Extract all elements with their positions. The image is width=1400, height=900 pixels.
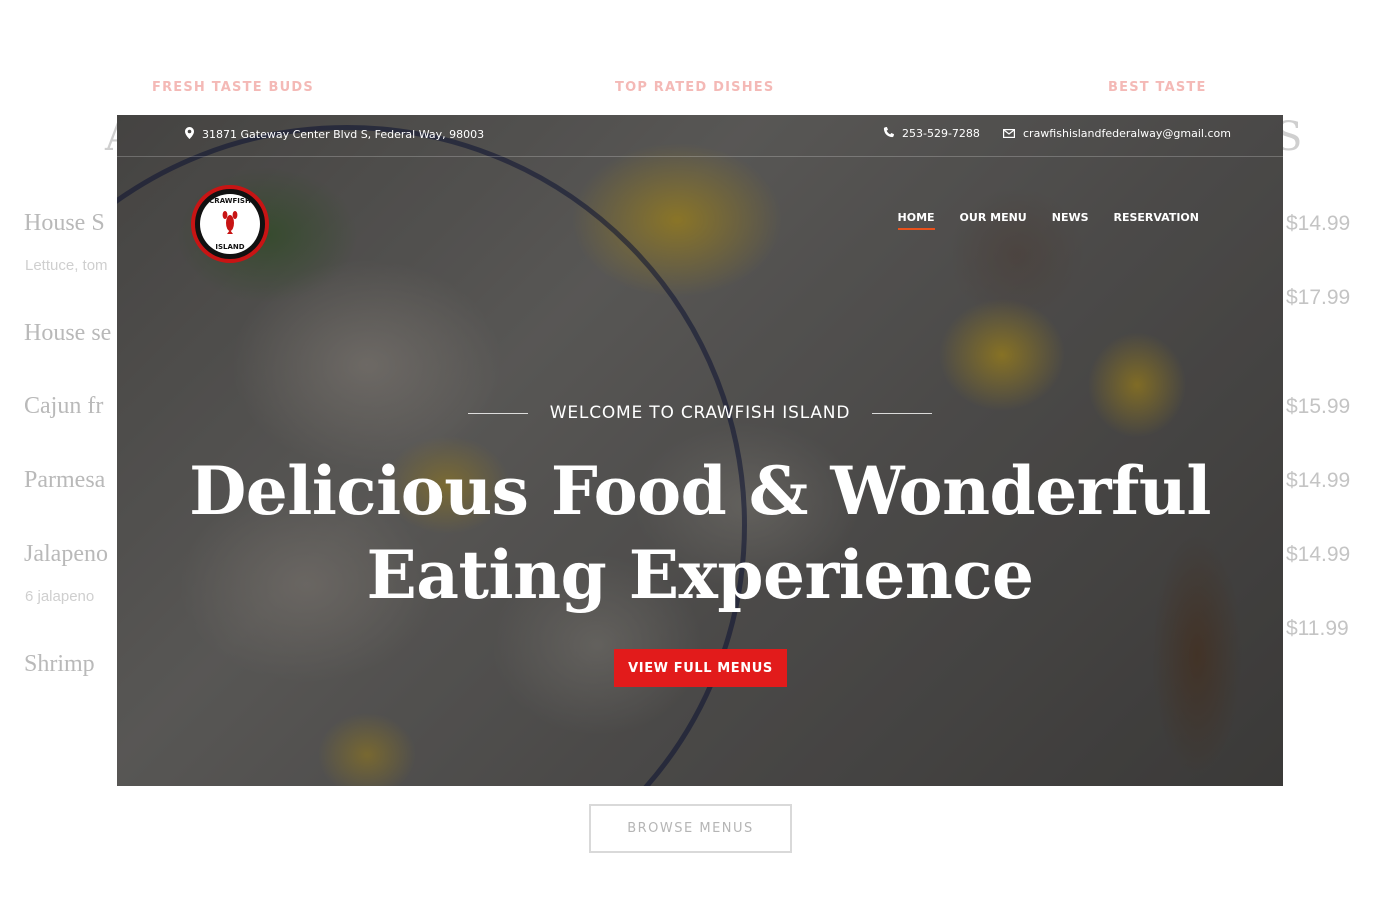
menu-item-price: $14.99 — [1286, 212, 1351, 235]
eyebrow-line-left — [467, 412, 528, 414]
map-pin-icon — [185, 127, 194, 141]
crawfish-icon — [222, 211, 238, 234]
welcome-eyebrow: WELCOME TO CRAWFISH ISLAND — [117, 403, 1283, 423]
headline-line-2: Eating Experience — [366, 536, 1034, 614]
logo-top-text: CRAWFISH — [209, 197, 251, 205]
menu-item-desc: Lettuce, tom — [25, 257, 108, 274]
nav-our-menu[interactable]: OUR MENU — [960, 211, 1027, 230]
menu-item-price: $14.99 — [1286, 543, 1351, 566]
email-link[interactable]: crawfishislandfederalway@gmail.com — [1003, 127, 1231, 140]
tag-top-rated-dishes: TOP RATED DISHES — [615, 80, 775, 95]
logo-bottom-text: ISLAND — [215, 243, 245, 251]
menu-item-name: Jalapeno — [24, 541, 108, 567]
contact-topbar: 31871 Gateway Center Blvd S, Federal Way… — [117, 115, 1283, 157]
phone-icon — [883, 127, 894, 140]
menu-item-name: House S — [24, 210, 105, 236]
headline-line-1: Delicious Food & Wonderful — [189, 452, 1211, 530]
menu-item-price: $14.99 — [1286, 469, 1351, 492]
logo-badge: CRAWFISH ISLAND — [200, 194, 260, 254]
nav-reservation[interactable]: RESERVATION — [1114, 211, 1199, 230]
menu-item-name: House se — [24, 320, 112, 346]
address-text: 31871 Gateway Center Blvd S, Federal Way… — [202, 127, 485, 141]
main-nav: HOME OUR MENU NEWS RESERVATION — [897, 211, 1199, 230]
menu-item-desc: 6 jalapeno — [25, 588, 95, 605]
crawfish-island-logo[interactable]: CRAWFISH ISLAND — [191, 185, 269, 263]
menu-item-price: $17.99 — [1286, 286, 1351, 309]
nav-home[interactable]: HOME — [897, 211, 935, 230]
eyebrow-line-right — [872, 412, 933, 414]
phone-text: 253-529-7288 — [902, 127, 980, 140]
tag-best-taste: BEST TASTE — [1108, 80, 1207, 95]
email-text: crawfishislandfederalway@gmail.com — [1023, 127, 1231, 140]
menu-item-name: Cajun fr — [24, 393, 104, 419]
phone-link[interactable]: 253-529-7288 — [883, 127, 980, 140]
welcome-text: WELCOME TO CRAWFISH ISLAND — [549, 403, 851, 423]
menu-item-name: Parmesa — [24, 467, 106, 493]
hero-section: 31871 Gateway Center Blvd S, Federal Way… — [117, 115, 1283, 786]
mail-icon — [1003, 128, 1016, 140]
hero-headline: Delicious Food & Wonderful Eating Experi… — [117, 449, 1283, 617]
address-link[interactable]: 31871 Gateway Center Blvd S, Federal Way… — [185, 127, 484, 141]
menu-item-price: $15.99 — [1286, 395, 1351, 418]
view-full-menus-button[interactable]: VIEW FULL MENUS — [614, 649, 787, 687]
menu-item-name: Shrimp — [24, 651, 95, 677]
tag-fresh-taste-buds: FRESH TASTE BUDS — [152, 80, 314, 95]
menu-item-price: $11.99 — [1286, 617, 1349, 640]
browse-menus-button[interactable]: BROWSE MENUS — [589, 804, 792, 853]
nav-news[interactable]: NEWS — [1052, 211, 1089, 230]
